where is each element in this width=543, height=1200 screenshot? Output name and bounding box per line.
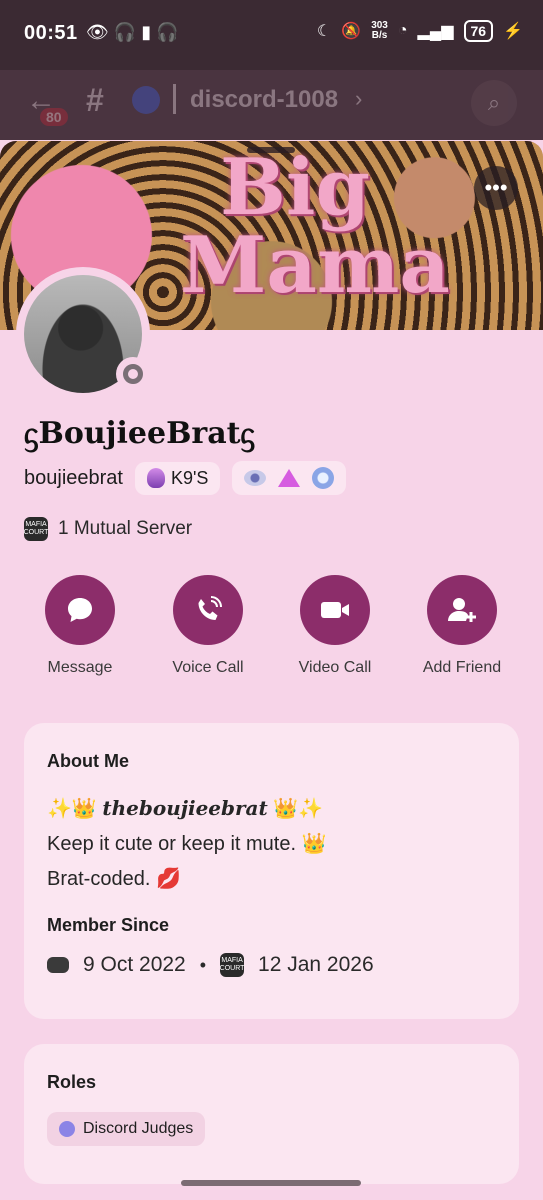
unread-badge: 80 xyxy=(40,108,68,126)
triangle-badge-icon[interactable] xyxy=(278,469,301,487)
header-divider xyxy=(173,84,176,114)
username[interactable]: boujieebrat xyxy=(24,467,123,490)
sheet-drag-handle[interactable] xyxy=(247,147,295,153)
phone-icon[interactable] xyxy=(173,575,243,645)
server-icon xyxy=(132,86,160,114)
search-icon[interactable]: ⌕ xyxy=(471,80,517,126)
voice-call-label: Voice Call xyxy=(172,659,244,676)
video-icon[interactable] xyxy=(300,575,370,645)
about-line-1: ✨👑 theboujieebrat 👑✨ xyxy=(47,796,323,821)
charging-icon: ⚡ xyxy=(503,23,523,40)
network-speed: 303 B/s xyxy=(371,21,388,41)
roles-heading: Roles xyxy=(47,1072,97,1092)
offline-status-icon xyxy=(123,364,143,384)
server-member-since: 12 Jan 2026 xyxy=(258,953,374,976)
video-call-label: Video Call xyxy=(298,659,372,676)
battery-level: 76 xyxy=(463,20,494,42)
nitro-badge-icon[interactable] xyxy=(312,467,335,489)
speed-unit: B/s xyxy=(371,30,388,41)
member-since-row: 9 Oct 2022 • MAFIA COURT 12 Jan 2026 xyxy=(47,953,374,977)
message-button[interactable]: Message xyxy=(20,575,140,677)
mute-icon: 🔕 xyxy=(341,23,362,40)
mutual-servers[interactable]: MAFIA COURT 1 Mutual Server xyxy=(24,517,192,541)
chevron-right-icon: › xyxy=(355,86,363,111)
status-right-icons: ☾ 🔕 303 B/s ◔ ▂▄▆ 76 ⚡ xyxy=(317,20,523,42)
channel-hash-icon: # xyxy=(86,82,104,118)
role-label: Discord Judges xyxy=(83,1120,194,1137)
about-line-2: Keep it cute or keep it mute. 👑 xyxy=(47,833,327,855)
server-tag-label: K9'S xyxy=(170,467,209,488)
clock: 00:51 xyxy=(24,22,78,44)
add-friend-button[interactable]: Add Friend xyxy=(402,575,522,677)
mutual-servers-label: 1 Mutual Server xyxy=(58,518,193,539)
add-friend-label: Add Friend xyxy=(422,659,502,676)
channel-name[interactable]: discord-1008 xyxy=(190,86,338,114)
status-bar: 00:51 👁 🎧 ▮ 🎧 ☾ 🔕 303 B/s ◔ ▂▄▆ 76 ⚡ xyxy=(0,0,543,70)
display-name: ᦓBoujieeBratᦓ xyxy=(24,416,256,451)
about-heading: About Me xyxy=(47,751,129,771)
add-friend-icon[interactable] xyxy=(427,575,497,645)
server-avatar-icon: MAFIA COURT xyxy=(220,953,244,977)
discord-icon xyxy=(47,957,69,973)
message-label: Message xyxy=(47,659,113,676)
banner-artwork-text: Big Mama xyxy=(180,142,450,311)
about-line-3: Brat-coded. 💋 xyxy=(47,868,181,890)
signal-icon: ▂▄▆ xyxy=(417,23,454,40)
member-since-heading: Member Since xyxy=(47,915,170,935)
member-since-separator: • xyxy=(199,954,207,975)
server-avatar-icon: MAFIA COURT xyxy=(24,517,48,541)
banner-title-line2: Mama xyxy=(180,220,450,311)
banner-title-line1: Big xyxy=(219,142,371,233)
video-call-button[interactable]: Video Call xyxy=(275,575,395,677)
discord-member-since: 9 Oct 2022 xyxy=(83,953,186,976)
roles-card: Roles Discord Judges xyxy=(24,1044,519,1184)
message-icon[interactable] xyxy=(45,575,115,645)
about-line-1-post: 👑✨ xyxy=(267,798,324,820)
avatar-frame xyxy=(16,267,150,401)
badge-icon[interactable] xyxy=(244,470,267,486)
profile-badges xyxy=(232,461,347,495)
channel-header: ← 80 # discord-1008 › ⌕ xyxy=(0,70,543,140)
about-stylized-name: theboujieebrat xyxy=(102,796,268,820)
role-color-dot xyxy=(59,1121,75,1137)
server-tag[interactable]: K9'S xyxy=(134,461,221,495)
about-card: About Me ✨👑 theboujieebrat 👑✨ Keep it cu… xyxy=(24,723,519,1019)
about-line-1-pre: ✨👑 xyxy=(47,798,103,820)
role-chip[interactable]: Discord Judges xyxy=(47,1112,206,1146)
voice-call-button[interactable]: Voice Call xyxy=(148,575,268,677)
status-indicator xyxy=(116,357,150,391)
wifi-icon: ◔ xyxy=(397,22,408,39)
username-row: boujieebrat K9'S xyxy=(24,461,347,495)
moon-icon: ☾ xyxy=(316,23,332,40)
flame-icon xyxy=(146,468,165,488)
profile-sheet: Big Mama ••• ᦓBoujieeBratᦓ boujieebrat K… xyxy=(0,141,543,1200)
more-options-icon[interactable]: ••• xyxy=(474,166,518,210)
home-indicator[interactable] xyxy=(181,1180,361,1186)
status-left-icons: 👁 🎧 ▮ 🎧 xyxy=(86,22,179,42)
